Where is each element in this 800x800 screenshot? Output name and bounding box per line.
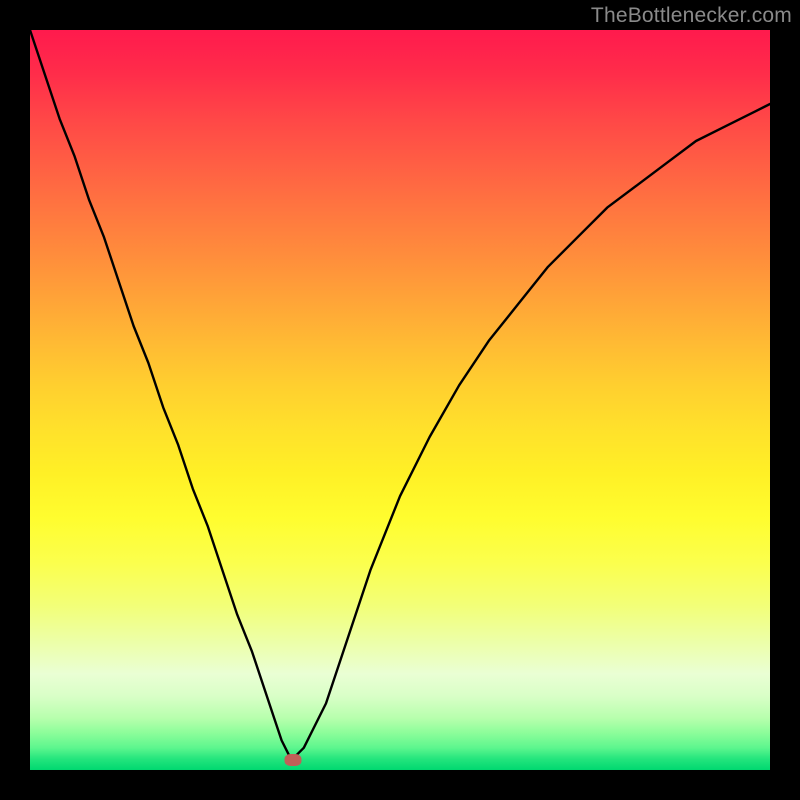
chart-frame: TheBottlenecker.com xyxy=(0,0,800,800)
plot-area xyxy=(30,30,770,770)
minimum-marker-icon xyxy=(284,754,301,766)
watermark-text: TheBottlenecker.com xyxy=(591,4,792,28)
bottleneck-curve xyxy=(30,30,770,770)
